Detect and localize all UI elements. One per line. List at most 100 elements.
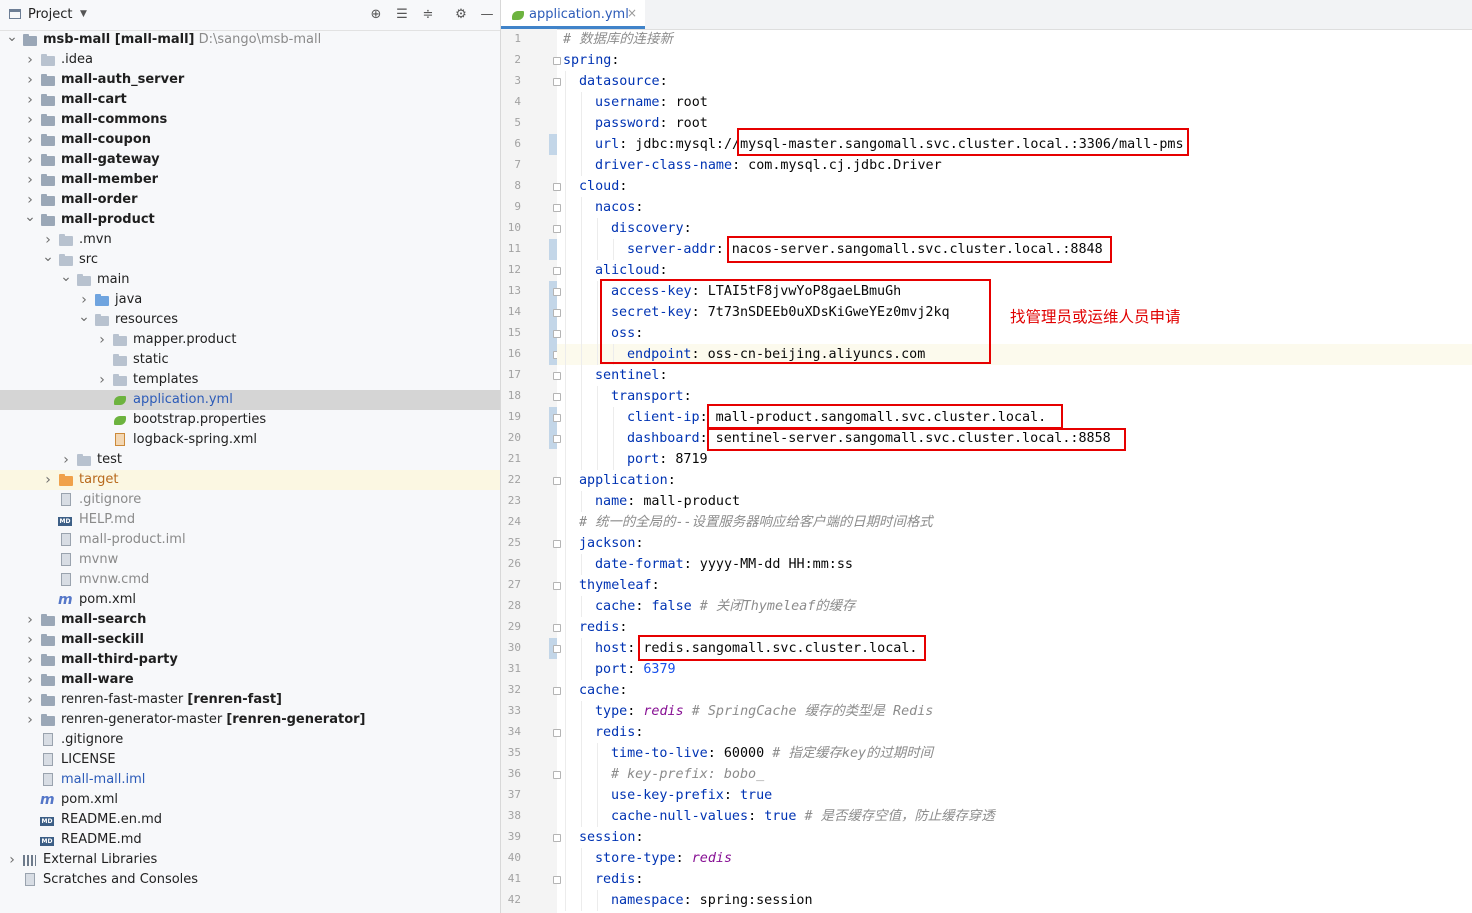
- indent-guide: [581, 260, 582, 281]
- module-folder-icon: [40, 673, 55, 687]
- chevron-right-icon[interactable]: ›: [24, 690, 36, 710]
- tree-item[interactable]: README.en.md: [0, 810, 500, 830]
- tree-item[interactable]: › mall-search: [0, 610, 500, 630]
- tree-item[interactable]: › mall-seckill: [0, 630, 500, 650]
- chevron-right-icon[interactable]: ›: [24, 130, 36, 150]
- tree-item[interactable]: mvnw.cmd: [0, 570, 500, 590]
- tree-item[interactable]: ⌄ main: [0, 270, 500, 290]
- chevron-down-icon[interactable]: ⌄: [42, 250, 54, 270]
- tree-item[interactable]: ⌄ src: [0, 250, 500, 270]
- chevron-right-icon[interactable]: ›: [24, 630, 36, 650]
- chevron-right-icon[interactable]: ›: [24, 710, 36, 730]
- chevron-right-icon[interactable]: ›: [24, 170, 36, 190]
- tree-item[interactable]: › mapper.product: [0, 330, 500, 350]
- expand-all-icon[interactable]: ☰: [394, 7, 410, 23]
- tree-item[interactable]: ⌄ msb-mall [mall-mall] D:\sango\msb-mall: [0, 30, 500, 50]
- editor-tab-application-yml[interactable]: application.yml ×: [501, 0, 645, 29]
- chevron-right-icon[interactable]: ›: [60, 450, 72, 470]
- change-marker[interactable]: [549, 134, 557, 155]
- chevron-right-icon[interactable]: ›: [78, 290, 90, 310]
- tree-item[interactable]: README.md: [0, 830, 500, 850]
- tree-item[interactable]: › mall-third-party: [0, 650, 500, 670]
- project-view-selector[interactable]: Project: [28, 7, 72, 22]
- tree-item[interactable]: › renren-fast-master [renren-fast]: [0, 690, 500, 710]
- gear-icon[interactable]: ⚙: [453, 7, 469, 23]
- tree-item[interactable]: › mall-ware: [0, 670, 500, 690]
- tree-item[interactable]: › mall-member: [0, 170, 500, 190]
- tree-item[interactable]: LICENSE: [0, 750, 500, 770]
- chevron-down-icon[interactable]: ⌄: [24, 210, 36, 230]
- tree-item[interactable]: › test: [0, 450, 500, 470]
- chevron-down-icon[interactable]: ⌄: [78, 310, 90, 330]
- chevron-right-icon[interactable]: ›: [24, 650, 36, 670]
- collapse-all-icon[interactable]: ≑: [420, 7, 436, 23]
- tree-item[interactable]: › mall-commons: [0, 110, 500, 130]
- tree-item[interactable]: application.yml: [0, 390, 500, 410]
- chevron-down-icon[interactable]: ⌄: [60, 270, 72, 290]
- text-file-icon: [58, 573, 73, 587]
- tree-item[interactable]: › .idea: [0, 50, 500, 70]
- chevron-right-icon[interactable]: ›: [42, 470, 54, 490]
- chevron-down-icon[interactable]: ⌄: [6, 30, 18, 50]
- code-text: port: 8719: [627, 452, 708, 467]
- indent-guide: [581, 113, 582, 134]
- indent-guide: [565, 71, 566, 92]
- chevron-right-icon[interactable]: ›: [42, 230, 54, 250]
- tree-item[interactable]: logback-spring.xml: [0, 430, 500, 450]
- tree-item[interactable]: bootstrap.properties: [0, 410, 500, 430]
- chevron-right-icon[interactable]: ›: [24, 610, 36, 630]
- tree-item[interactable]: › .mvn: [0, 230, 500, 250]
- highlight-box-nacos-addr: [727, 236, 1112, 263]
- indent-guide: [565, 638, 566, 659]
- chevron-right-icon[interactable]: ›: [24, 150, 36, 170]
- close-icon[interactable]: ×: [627, 6, 637, 20]
- properties-file-icon: [112, 413, 127, 427]
- locate-icon[interactable]: ⊕: [368, 7, 384, 23]
- tree-item[interactable]: mall-mall.iml: [0, 770, 500, 790]
- tree-item[interactable]: m pom.xml: [0, 590, 500, 610]
- hide-panel-icon[interactable]: —: [479, 7, 495, 23]
- tree-item[interactable]: mall-product.iml: [0, 530, 500, 550]
- tree-item[interactable]: › renren-generator-master [renren-generat…: [0, 710, 500, 730]
- tree-item[interactable]: › mall-cart: [0, 90, 500, 110]
- tree-item-label: LICENSE: [61, 752, 116, 767]
- code-text: cache: false # 关闭Thymeleaf的缓存: [595, 599, 856, 614]
- tree-item[interactable]: .gitignore: [0, 730, 500, 750]
- line-number: 16: [507, 347, 521, 360]
- indent-guide: [581, 197, 582, 218]
- tree-item[interactable]: › target: [0, 470, 500, 490]
- tree-item[interactable]: static: [0, 350, 500, 370]
- chevron-right-icon[interactable]: ›: [24, 70, 36, 90]
- chevron-right-icon[interactable]: ›: [96, 370, 108, 390]
- tree-item[interactable]: ⌄ resources: [0, 310, 500, 330]
- chevron-down-icon[interactable]: ▼: [80, 9, 87, 19]
- code-line: jackson:: [557, 533, 1472, 554]
- tree-item[interactable]: ⌄ mall-product: [0, 210, 500, 230]
- chevron-right-icon[interactable]: ›: [6, 850, 18, 870]
- chevron-right-icon[interactable]: ›: [24, 90, 36, 110]
- tree-item[interactable]: › java: [0, 290, 500, 310]
- indent-guide: [581, 806, 582, 827]
- tree-item[interactable]: m pom.xml: [0, 790, 500, 810]
- tree-item-label: mvnw.cmd: [79, 572, 150, 587]
- tree-item[interactable]: mvnw: [0, 550, 500, 570]
- tree-item[interactable]: .gitignore: [0, 490, 500, 510]
- tree-item[interactable]: › mall-gateway: [0, 150, 500, 170]
- tree-item[interactable]: › mall-coupon: [0, 130, 500, 150]
- tree-item[interactable]: › mall-order: [0, 190, 500, 210]
- tree-item[interactable]: › External Libraries: [0, 850, 500, 870]
- tree-item[interactable]: Scratches and Consoles: [0, 870, 500, 890]
- line-number: 13: [507, 284, 521, 297]
- tree-item-label: External Libraries: [43, 852, 158, 867]
- tree-item[interactable]: › templates: [0, 370, 500, 390]
- tree-item[interactable]: › mall-auth_server: [0, 70, 500, 90]
- indent-guide: [581, 239, 582, 260]
- chevron-right-icon[interactable]: ›: [24, 190, 36, 210]
- tree-item[interactable]: HELP.md: [0, 510, 500, 530]
- change-marker[interactable]: [549, 239, 557, 260]
- chevron-right-icon[interactable]: ›: [24, 670, 36, 690]
- chevron-right-icon[interactable]: ›: [24, 50, 36, 70]
- chevron-right-icon[interactable]: ›: [24, 110, 36, 130]
- code-area[interactable]: # 数据库的连接新 spring: datasource: username: roo…: [557, 29, 1472, 913]
- chevron-right-icon[interactable]: ›: [96, 330, 108, 350]
